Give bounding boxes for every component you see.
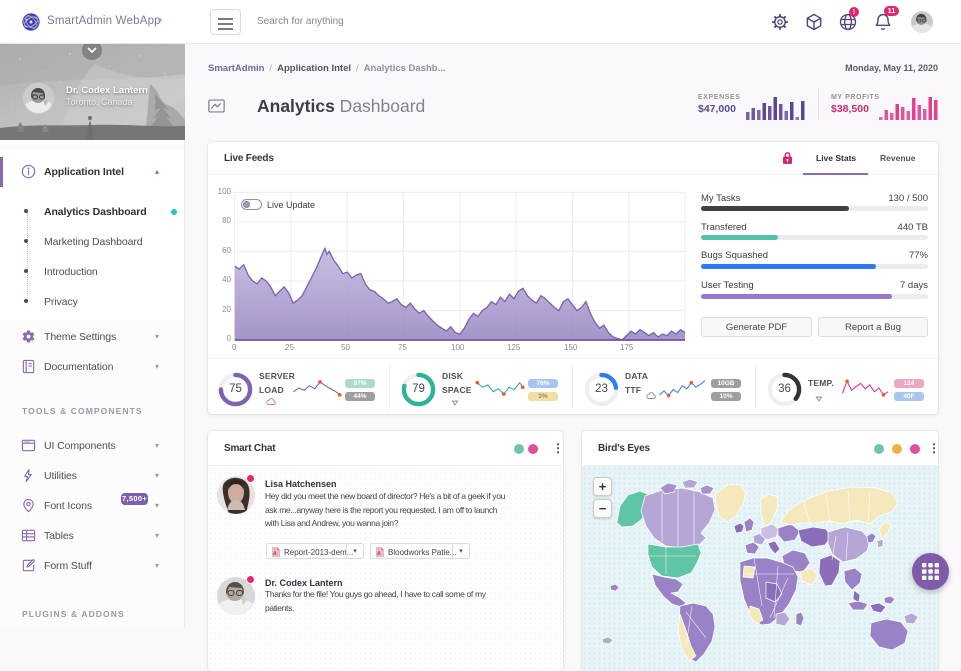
svg-text:A: A <box>273 551 277 557</box>
svg-text:A: A <box>377 551 381 557</box>
